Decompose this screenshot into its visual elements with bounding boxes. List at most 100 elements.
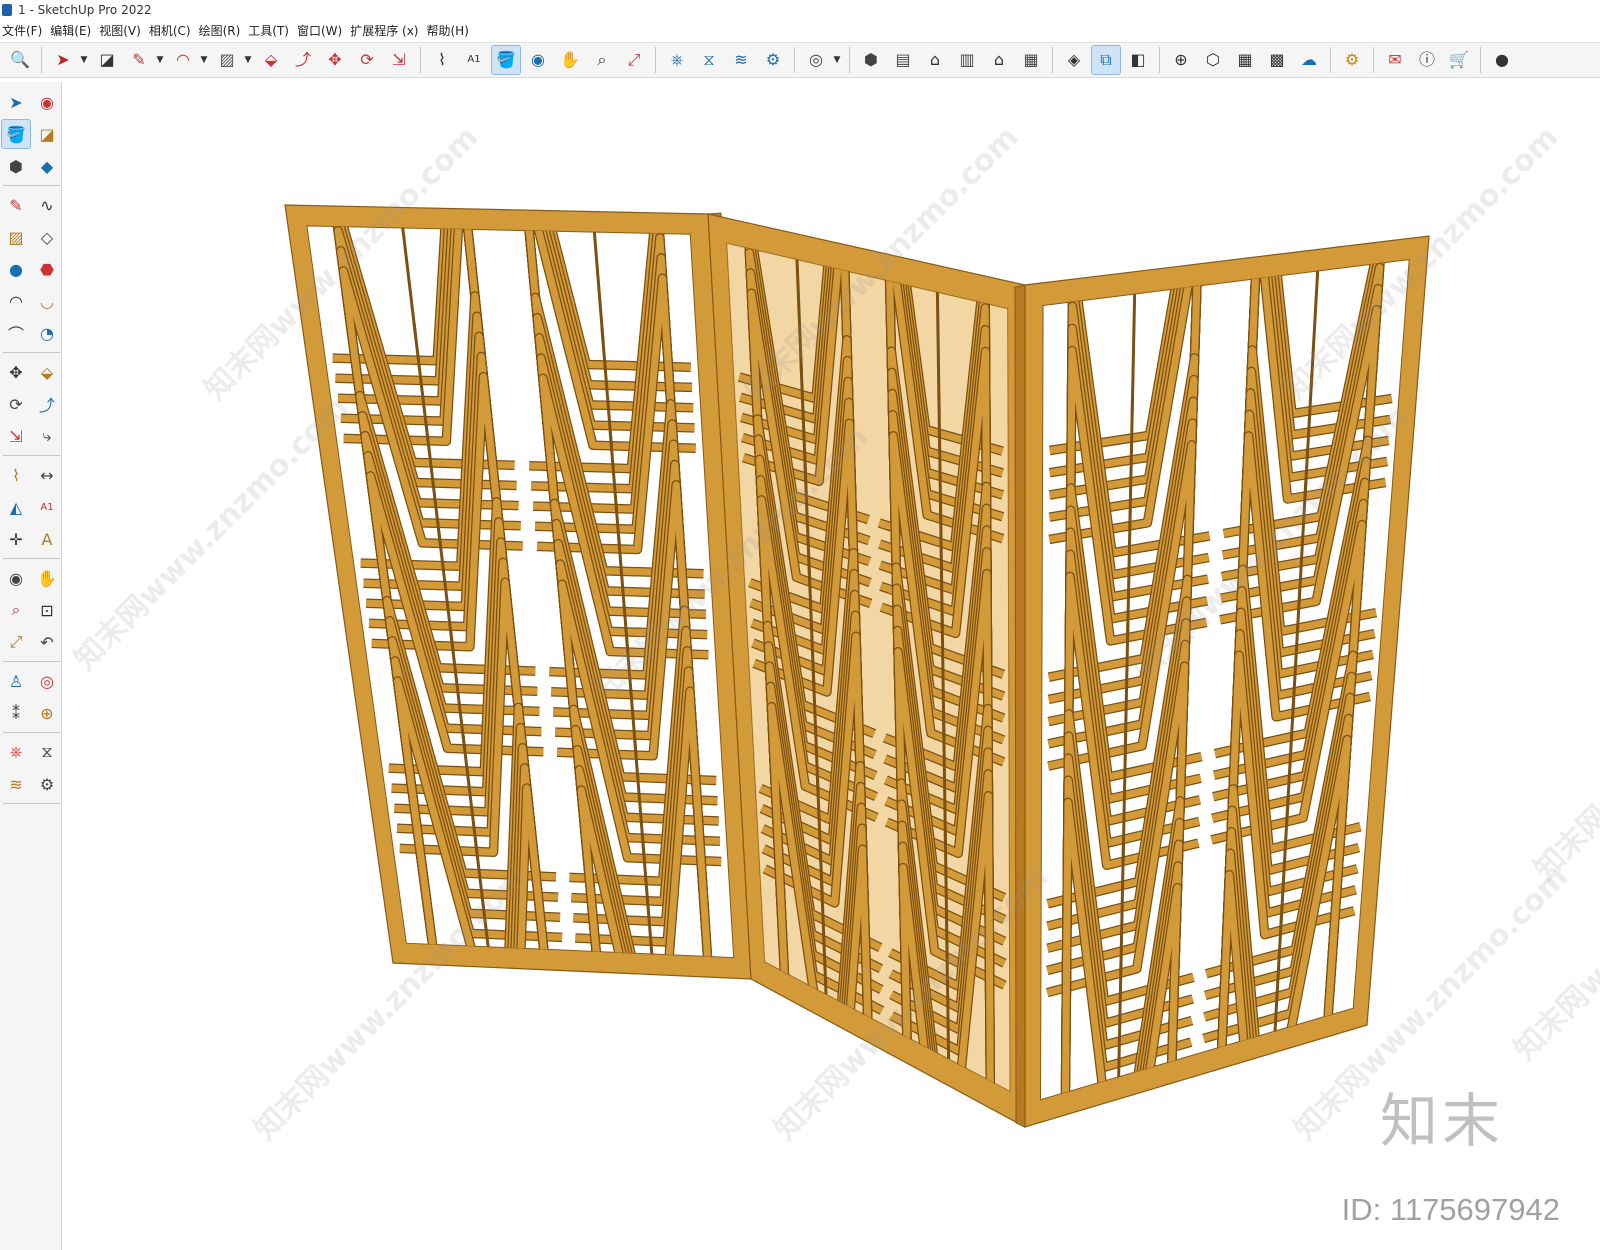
arc-icon[interactable]: ◠ (169, 46, 197, 74)
line-icon[interactable]: ✎ (125, 46, 153, 74)
top-view-icon[interactable]: ▤ (889, 46, 917, 74)
extension-warehouse-icon[interactable]: ⧖ (695, 46, 723, 74)
texture-icon[interactable]: ▩ (1263, 46, 1291, 74)
chevron-down-icon[interactable]: ▼ (79, 46, 89, 74)
extension-manager-icon[interactable]: ⚙ (33, 770, 61, 798)
pan-icon[interactable]: ✋ (556, 46, 584, 74)
chevron-down-icon[interactable]: ▼ (243, 46, 253, 74)
user-icon[interactable]: ● (1488, 46, 1516, 74)
extension-manager-icon[interactable]: ⚙ (759, 46, 787, 74)
freehand-icon[interactable]: ∿ (33, 191, 61, 219)
orbit-icon[interactable]: ◉ (524, 46, 552, 74)
move-icon[interactable]: ✥ (321, 46, 349, 74)
menu-tools[interactable]: 工具(T) (246, 22, 295, 39)
cart-icon[interactable]: 🛒 (1445, 46, 1473, 74)
settings-icon[interactable]: ⚙ (1338, 46, 1366, 74)
walk-icon[interactable]: ⁑ (2, 699, 30, 727)
orbit-icon[interactable]: ◉ (33, 88, 61, 116)
chevron-down-icon[interactable]: ▼ (199, 46, 209, 74)
add-location-icon[interactable]: ⊕ (1167, 46, 1195, 74)
account-icon[interactable]: ◎ (802, 46, 830, 74)
scale-icon[interactable]: ⇲ (2, 422, 30, 450)
zoom-extents-icon[interactable]: ⤢ (2, 628, 30, 656)
section-plane-icon[interactable]: ⊕ (33, 699, 61, 727)
2pt-arc-icon[interactable]: ◡ (33, 287, 61, 315)
3d-text-icon[interactable]: A (33, 525, 61, 553)
paint-bucket-icon[interactable]: 🪣 (1, 119, 31, 149)
menu-view[interactable]: 视图(V) (97, 22, 147, 39)
left-view-icon[interactable]: ▦ (1017, 46, 1045, 74)
scale-icon[interactable]: ⇲ (385, 46, 413, 74)
menu-file[interactable]: 文件(F) (0, 22, 48, 39)
zoom-extents-icon[interactable]: ⤢ (620, 46, 648, 74)
rectangle-icon[interactable]: ▨ (213, 46, 241, 74)
position-camera-icon[interactable]: ♙ (2, 667, 30, 695)
layout-icon[interactable]: ≋ (727, 46, 755, 74)
menu-draw[interactable]: 绘图(R) (197, 22, 247, 39)
follow-me-icon[interactable]: ⤴ (289, 46, 317, 74)
menu-edit[interactable]: 编辑(E) (48, 22, 97, 39)
layout-icon[interactable]: ≋ (2, 770, 30, 798)
offset-icon[interactable]: ⤷ (33, 422, 61, 450)
model-viewport[interactable]: 知末网www.znzmo.com 知末网www.znzmo.com 知末网www.z… (63, 79, 1600, 1250)
3pt-arc-icon[interactable]: ⌒ (2, 319, 30, 347)
dimension-icon[interactable]: ↔ (33, 461, 61, 489)
push-pull-icon[interactable]: ⬙ (257, 46, 285, 74)
eraser-icon[interactable]: ◪ (93, 46, 121, 74)
protractor-icon[interactable]: ◭ (2, 493, 30, 521)
extension-warehouse-icon[interactable]: ⧖ (33, 738, 61, 766)
line-icon[interactable]: ✎ (2, 191, 30, 219)
circle-icon[interactable]: ● (2, 255, 30, 283)
warehouse-icon[interactable]: ⎈ (663, 46, 691, 74)
polygon-icon[interactable]: ⬣ (33, 255, 61, 283)
back-view-icon[interactable]: ⌂ (985, 46, 1013, 74)
tape-measure-icon[interactable]: ⌇ (2, 461, 30, 489)
info-icon[interactable]: ⓘ (1413, 46, 1441, 74)
cloud-icon[interactable]: ☁ (1295, 46, 1323, 74)
previous-view-icon[interactable]: ↶ (33, 628, 61, 656)
rotate-icon[interactable]: ⟳ (353, 46, 381, 74)
zoom-icon[interactable]: ⌕ (588, 46, 616, 74)
front-view-icon[interactable]: ⌂ (921, 46, 949, 74)
rectangle-icon[interactable]: ▨ (2, 223, 30, 251)
make-component-icon[interactable]: ⬢ (2, 152, 30, 180)
middle-panel[interactable] (707, 127, 1026, 1209)
move-icon[interactable]: ✥ (2, 358, 30, 386)
select-icon[interactable]: ➤ (49, 46, 77, 74)
select-icon[interactable]: ➤ (2, 88, 30, 116)
chevron-down-icon[interactable]: ▼ (832, 46, 842, 74)
menu-camera[interactable]: 相机(C) (147, 22, 197, 39)
rotated-rectangle-icon[interactable]: ◇ (33, 223, 61, 251)
sandbox-icon[interactable]: ▦ (1231, 46, 1259, 74)
right-view-icon[interactable]: ▥ (953, 46, 981, 74)
iso-view-icon[interactable]: ⬢ (857, 46, 885, 74)
paint-bucket-icon[interactable]: 🪣 (491, 45, 521, 75)
pie-icon[interactable]: ◔ (33, 319, 61, 347)
geo-location-icon[interactable]: ⬡ (1199, 46, 1227, 74)
folding-screen-model[interactable] (63, 79, 1600, 1250)
zoom-window-icon[interactable]: ⊡ (33, 596, 61, 624)
left-panel[interactable] (284, 90, 764, 1071)
menu-help[interactable]: 帮助(H) (424, 22, 474, 39)
chevron-down-icon[interactable]: ▼ (155, 46, 165, 74)
tag-icon[interactable]: ◆ (33, 152, 61, 180)
eraser-icon[interactable]: ◪ (33, 120, 61, 148)
arc-icon[interactable]: ◠ (2, 287, 30, 315)
outer-shell-icon[interactable]: ⧉ (1091, 45, 1121, 75)
warehouse-icon[interactable]: ⎈ (2, 738, 30, 766)
menu-window[interactable]: 窗口(W) (295, 22, 348, 39)
message-icon[interactable]: ✉ (1381, 46, 1409, 74)
search-icon[interactable]: 🔍 (6, 46, 34, 74)
menu-extensions[interactable]: 扩展程序 (x) (348, 22, 424, 39)
intersect-icon[interactable]: ◧ (1124, 46, 1152, 74)
pan-icon[interactable]: ✋ (33, 564, 61, 592)
tape-measure-icon[interactable]: ⌇ (428, 46, 456, 74)
axes-icon[interactable]: ✛ (2, 525, 30, 553)
text-icon[interactable]: A1 (460, 46, 488, 74)
solid-tools-icon[interactable]: ◈ (1060, 46, 1088, 74)
right-panel[interactable] (1014, 131, 1430, 1220)
text-icon[interactable]: A1 (33, 493, 61, 521)
rotate-icon[interactable]: ⟳ (2, 390, 30, 418)
zoom-icon[interactable]: ⌕ (2, 596, 30, 624)
follow-me-icon[interactable]: ⤴ (33, 390, 61, 418)
